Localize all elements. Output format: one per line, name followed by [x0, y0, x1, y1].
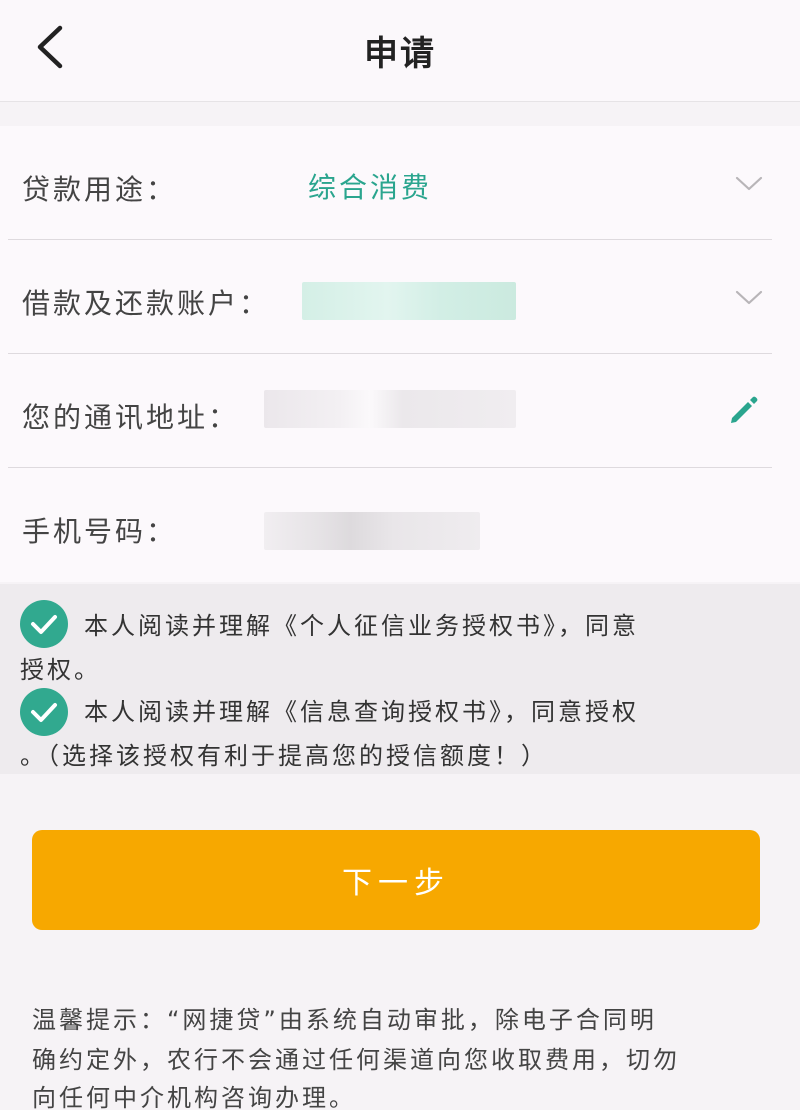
tip-text-line: 确约定外，农行不会通过任何渠道向您收取费用，切勿: [32, 1046, 680, 1074]
top-nav-bar: 申请: [0, 0, 800, 102]
chevron-down-icon[interactable]: [734, 282, 764, 312]
tip-text-line: 向任何中介机构咨询办理。: [32, 1084, 356, 1110]
tip-text-line: 温馨提示：“网捷贷”由系统自动审批，除电子合同明: [32, 1006, 657, 1034]
address-label: 您的通讯地址：: [22, 401, 240, 434]
redacted-address-value[interactable]: [264, 390, 516, 428]
checkbox-checked[interactable]: [20, 688, 68, 736]
address-field[interactable]: 您的通讯地址：: [8, 354, 772, 468]
checkmark-icon: [31, 703, 57, 722]
application-form: 贷款用途： 综合消费 借款及还款账户： 您的通讯地址： 手机号码：: [0, 126, 800, 582]
checkmark-icon: [31, 615, 57, 634]
consent-text-continued: 授权。: [20, 656, 101, 684]
phone-label: 手机号码：: [22, 515, 178, 548]
phone-field[interactable]: 手机号码：: [8, 468, 772, 582]
consent-text: 本人阅读并理解《个人征信业务授权书》，同意: [84, 612, 639, 640]
page-title: 申请: [364, 34, 436, 74]
chevron-down-icon[interactable]: [734, 168, 764, 198]
repayment-account-select[interactable]: 借款及还款账户：: [8, 240, 772, 354]
repayment-account-label: 借款及还款账户：: [22, 287, 271, 320]
checkbox-checked[interactable]: [20, 600, 68, 648]
loan-purpose-label: 贷款用途：: [22, 173, 178, 206]
consent-text: 本人阅读并理解《信息查询授权书》，同意授权: [84, 698, 639, 726]
consent-text-continued: 。（选择该授权有利于提高您的授信额度！）: [20, 742, 548, 770]
consent-section: 本人阅读并理解《个人征信业务授权书》，同意 授权。 本人阅读并理解《信息查询授权…: [0, 584, 800, 774]
loan-purpose-select[interactable]: 贷款用途： 综合消费: [8, 126, 772, 240]
redacted-phone-value[interactable]: [264, 512, 480, 550]
redacted-account-value[interactable]: [302, 282, 516, 320]
loan-purpose-value[interactable]: 综合消费: [308, 166, 432, 206]
next-step-button[interactable]: 下一步: [32, 830, 760, 930]
pencil-icon[interactable]: [726, 392, 762, 428]
